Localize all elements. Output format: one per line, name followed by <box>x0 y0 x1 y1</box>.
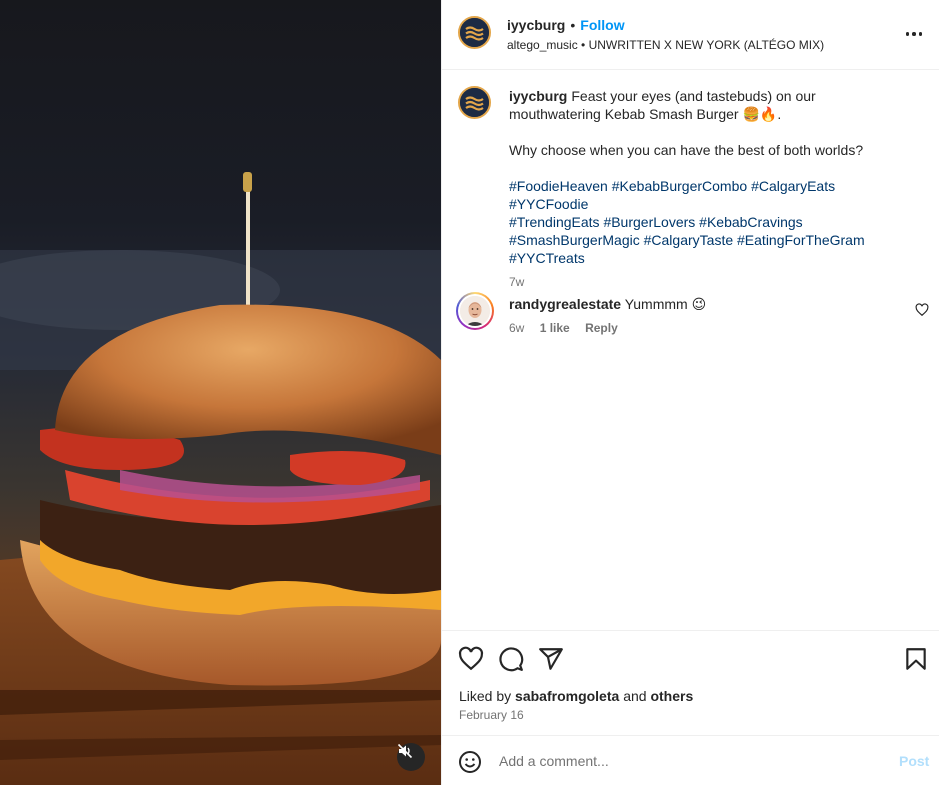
comment-icon[interactable] <box>498 646 524 672</box>
header-title-row: iyycburg • Follow <box>507 16 625 34</box>
post-username[interactable]: iyycburg <box>507 17 565 33</box>
comment-item: randygrealestate Yummmm 😉 6w 1 like Repl… <box>442 290 939 340</box>
hashtag-link[interactable]: #KebabBurgerCombo <box>612 178 747 194</box>
hashtag-link[interactable]: #YYCFoodie <box>509 196 588 212</box>
separator-dot: • <box>570 17 576 33</box>
comment-timestamp[interactable]: 6w <box>509 321 524 335</box>
post-panel: iyycburg • Follow altego_music • UNWRITTEN… <box>441 0 939 785</box>
caption-username[interactable]: iyycburg <box>509 88 567 104</box>
likes-prefix: Liked by <box>459 688 512 704</box>
more-icon <box>905 32 923 36</box>
bookmark-icon[interactable] <box>903 646 929 672</box>
likes-others-link[interactable]: others <box>650 688 693 704</box>
caption-text: iyycburg Feast your eyes (and tastebuds) … <box>509 87 909 291</box>
comment-meta: 6w 1 like Reply <box>509 321 630 335</box>
share-icon[interactable] <box>538 646 564 672</box>
likes-user-link[interactable]: sabafromgoleta <box>515 688 619 704</box>
hashtag-link[interactable]: #EatingForTheGram <box>737 232 865 248</box>
post-header: iyycburg • Follow altego_music • UNWRITTEN… <box>442 0 939 70</box>
waves-logo-icon <box>460 18 489 47</box>
comment-input[interactable] <box>499 750 879 772</box>
waves-logo-icon <box>460 88 489 117</box>
follow-button[interactable]: Follow <box>580 17 624 33</box>
hashtag-link[interactable]: #SmashBurgerMagic <box>509 232 640 248</box>
comment-body: randygrealestate Yummmm 😉 <box>509 295 706 313</box>
hashtag-link[interactable]: #FoodieHeaven <box>509 178 608 194</box>
mute-icon <box>397 743 413 759</box>
person-avatar-icon <box>460 296 490 326</box>
reply-button[interactable]: Reply <box>585 321 618 335</box>
audio-attribution[interactable]: altego_music • UNWRITTEN X NEW YORK (ALT… <box>507 37 824 53</box>
heart-icon[interactable] <box>458 646 484 672</box>
add-comment-bar: Post <box>442 735 939 785</box>
hashtag-list: #FoodieHeaven #KebabBurgerCombo #Calgary… <box>509 177 909 267</box>
mute-button[interactable] <box>397 743 425 771</box>
comment-text: Yummmm 😉 <box>624 296 707 312</box>
post-comment-button[interactable]: Post <box>899 753 929 769</box>
hashtag-link[interactable]: #KebabCravings <box>699 214 803 230</box>
likes-middle: and <box>623 688 647 704</box>
account-avatar[interactable] <box>458 16 491 49</box>
hashtag-link[interactable]: #CalgaryTaste <box>644 232 734 248</box>
commenter-username[interactable]: randygrealestate <box>509 296 621 312</box>
commenter-avatar[interactable] <box>456 292 494 330</box>
more-options-button[interactable] <box>902 24 926 44</box>
likes-summary: Liked by sabafromgoleta and others <box>459 687 693 705</box>
hashtag-link[interactable]: #BurgerLovers <box>603 214 695 230</box>
comment-heart-icon[interactable] <box>915 303 929 317</box>
comment-likes-count[interactable]: 1 like <box>540 321 570 335</box>
caption-line-2: Why choose when you can have the best of… <box>509 142 864 158</box>
post-media[interactable] <box>0 0 441 785</box>
burger-photo <box>0 172 441 785</box>
emoji-icon[interactable] <box>458 750 482 774</box>
caption-avatar[interactable] <box>458 86 491 119</box>
post-date[interactable]: February 16 <box>459 708 524 722</box>
hashtag-link[interactable]: #TrendingEats <box>509 214 600 230</box>
caption-timestamp[interactable]: 7w <box>509 273 909 291</box>
hashtag-link[interactable]: #YYCTreats <box>509 250 585 266</box>
hashtag-link[interactable]: #CalgaryEats <box>751 178 835 194</box>
post-actions: Liked by sabafromgoleta and others Febru… <box>442 630 939 735</box>
